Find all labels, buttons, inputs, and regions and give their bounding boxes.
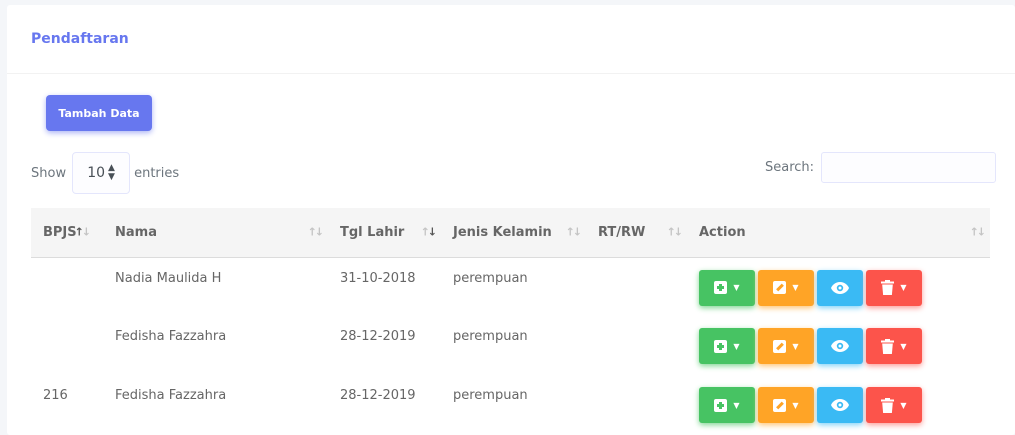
cell-bpjs: [31, 316, 103, 375]
cell-nama: Fedisha Fazzahra: [115, 329, 227, 344]
caret-down-icon: ▼: [792, 400, 799, 410]
edit-dropdown-button[interactable]: ▼: [758, 387, 814, 423]
cell-rt-rw: [586, 316, 687, 375]
caret-down-icon: ▼: [733, 341, 740, 351]
pendaftaran-card: Pendaftaran Tambah Data Show 10 ▲ ▼ entri…: [7, 5, 1015, 435]
caret-down-icon: ▼: [900, 283, 907, 292]
cell-action: ▼ ▼ ▼: [687, 316, 990, 375]
edit-dropdown-button[interactable]: ▼: [758, 328, 814, 364]
table-row: 216 Fedisha Fazzahra 28-12-2019 perempua…: [31, 375, 990, 434]
cell-tgl-lahir: 28-12-2019: [340, 329, 416, 344]
caret-down-icon: ▼: [900, 400, 907, 410]
cell-bpjs: 216: [43, 388, 68, 403]
caret-down-icon: ▼: [792, 283, 799, 292]
table-search: Search:: [765, 152, 997, 183]
card-header: Pendaftaran: [7, 5, 1015, 74]
eye-icon: [831, 340, 849, 352]
view-button[interactable]: [817, 387, 863, 423]
cell-action: ▼ ▼ ▼: [687, 257, 990, 316]
view-button[interactable]: [817, 328, 863, 364]
edit-icon: [773, 398, 787, 412]
sort-icon: ↑↓: [666, 225, 684, 239]
entries-label: entries: [134, 165, 180, 181]
column-header-tgl-lahir[interactable]: Tgl Lahir ↑↓: [328, 208, 441, 258]
edit-icon: [773, 339, 787, 353]
trash-icon: [881, 338, 895, 354]
cell-rt-rw: [586, 375, 687, 434]
sort-desc-icon: ↑↓: [420, 225, 438, 239]
entries-length-select[interactable]: 10 ▲ ▼: [72, 152, 131, 194]
add-dropdown-button[interactable]: ▼: [699, 269, 755, 306]
delete-dropdown-button[interactable]: ▼: [866, 387, 922, 423]
table-header-row: BPJS ↑↓ Nama ↑↓ Tgl Lahir ↑↓ Jenis Kelam…: [31, 208, 990, 258]
sort-icon: ↑↓: [307, 225, 325, 239]
column-header-bpjs[interactable]: BPJS ↑↓: [31, 208, 103, 258]
delete-dropdown-button[interactable]: ▼: [866, 328, 922, 364]
caret-down-icon: ▼: [792, 341, 799, 351]
sort-icon: ↑↓: [74, 225, 92, 239]
add-dropdown-button[interactable]: ▼: [699, 328, 755, 364]
column-header-action[interactable]: Action ↑↓: [687, 208, 990, 258]
search-input[interactable]: [821, 152, 997, 183]
delete-dropdown-button[interactable]: ▼: [866, 269, 922, 306]
view-button[interactable]: [817, 269, 863, 306]
plus-square-icon: [714, 398, 728, 412]
show-label: Show: [31, 165, 67, 181]
column-header-rt-rw[interactable]: RT/RW ↑↓: [586, 208, 687, 258]
cell-nama: Fedisha Fazzahra: [115, 388, 227, 403]
cell-action: ▼ ▼ ▼: [687, 375, 990, 434]
entries-length-control: Show 10 ▲ ▼ entries: [31, 152, 179, 194]
edit-icon: [773, 281, 787, 294]
table-row: Fedisha Fazzahra 28-12-2019 perempuan ▼ …: [31, 316, 990, 375]
eye-icon: [831, 281, 849, 294]
edit-dropdown-button[interactable]: ▼: [758, 269, 814, 306]
cell-jenis-kelamin: perempuan: [453, 329, 528, 344]
page-title: Pendaftaran: [31, 31, 129, 47]
caret-down-icon: ▼: [900, 341, 907, 351]
cell-jenis-kelamin: perempuan: [453, 388, 528, 403]
tambah-data-button[interactable]: Tambah Data: [46, 95, 152, 131]
plus-square-icon: [714, 281, 728, 294]
column-header-nama[interactable]: Nama ↑↓: [103, 208, 328, 258]
sort-icon: ↑↓: [565, 225, 583, 239]
table-row: Nadia Maulida H 31-10-2018 perempuan ▼ ▼…: [31, 257, 990, 316]
cell-nama: Nadia Maulida H: [115, 270, 222, 286]
cell-tgl-lahir: 31-10-2018: [340, 270, 416, 286]
trash-icon: [881, 397, 895, 413]
add-dropdown-button[interactable]: ▼: [699, 387, 755, 423]
select-caret-icon: ▲ ▼: [108, 163, 115, 182]
column-header-jenis-kelamin[interactable]: Jenis Kelamin ↑↓: [441, 208, 586, 258]
cell-rt-rw: [586, 257, 687, 316]
trash-icon: [881, 280, 895, 295]
cell-jenis-kelamin: perempuan: [453, 270, 528, 286]
plus-square-icon: [714, 339, 728, 353]
search-label: Search:: [765, 160, 815, 175]
entries-length-value: 10: [87, 165, 106, 181]
cell-tgl-lahir: 28-12-2019: [340, 388, 416, 403]
caret-down-icon: ▼: [733, 400, 740, 410]
caret-down-icon: ▼: [733, 283, 740, 292]
pendaftaran-table: BPJS ↑↓ Nama ↑↓ Tgl Lahir ↑↓ Jenis Kelam…: [31, 208, 990, 434]
cell-bpjs: [31, 257, 103, 316]
sort-icon: ↑↓: [969, 225, 987, 239]
eye-icon: [831, 399, 849, 411]
